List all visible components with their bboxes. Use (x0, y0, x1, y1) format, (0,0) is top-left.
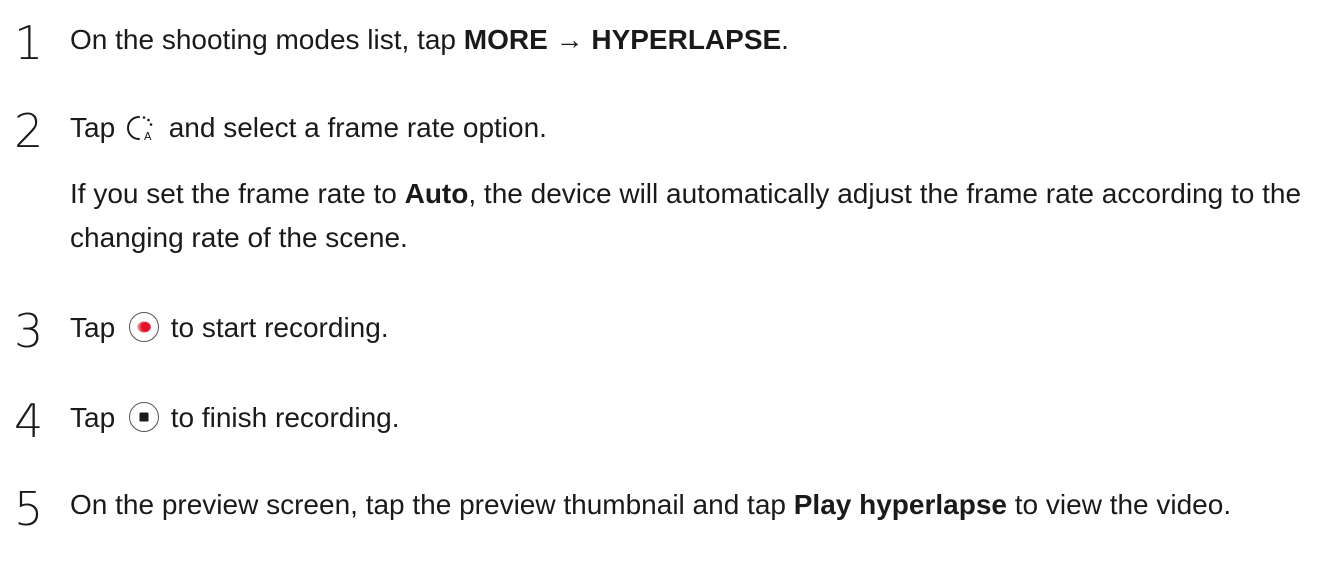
step-note: If you set the frame rate to Auto, the d… (70, 172, 1320, 260)
stop-square (139, 412, 149, 422)
menu-more: MORE (463, 24, 548, 55)
play-hyperlapse-label: Play hyperlapse (793, 489, 1007, 520)
step-text: Tap to finish recording. (70, 396, 400, 440)
step-text-part: and select a frame rate option. (160, 112, 547, 143)
record-dot (136, 321, 151, 333)
step-text: Tap A and select a frame rate option. (70, 106, 547, 150)
step-number: 3 (14, 304, 44, 358)
step-text-part: Tap (70, 402, 123, 433)
step-number: 2 (14, 104, 44, 158)
step-text-part: to view the video. (1006, 489, 1232, 520)
step-text-part: Tap (70, 312, 123, 343)
step-text-part: On the shooting modes list, tap (70, 24, 464, 55)
step-text-part: On the preview screen, tap the preview t… (70, 489, 794, 520)
step-number: 4 (14, 394, 44, 448)
record-button-icon (128, 311, 159, 342)
step-text-part: Tap (70, 112, 123, 143)
menu-hyperlapse: HYPERLAPSE (591, 24, 782, 55)
step-text: Tap to start recording. (70, 306, 389, 350)
step-text-part: . (781, 24, 789, 55)
step-text: On the preview screen, tap the preview t… (70, 484, 1320, 526)
frame-rate-auto-icon: A (127, 112, 157, 143)
step-number: 5 (14, 482, 44, 536)
step-text: On the shooting modes list, tap MORE → H… (70, 18, 789, 62)
step-number: 1 (14, 16, 44, 70)
option-auto: Auto (404, 178, 469, 209)
step-text-part: to finish recording. (162, 402, 400, 433)
svg-text:A: A (144, 130, 152, 143)
step-note-part: If you set the frame rate to (70, 178, 405, 209)
step-text-part: to start recording. (162, 312, 389, 343)
stop-button-icon (128, 401, 159, 432)
arrow-separator: → (547, 24, 592, 55)
